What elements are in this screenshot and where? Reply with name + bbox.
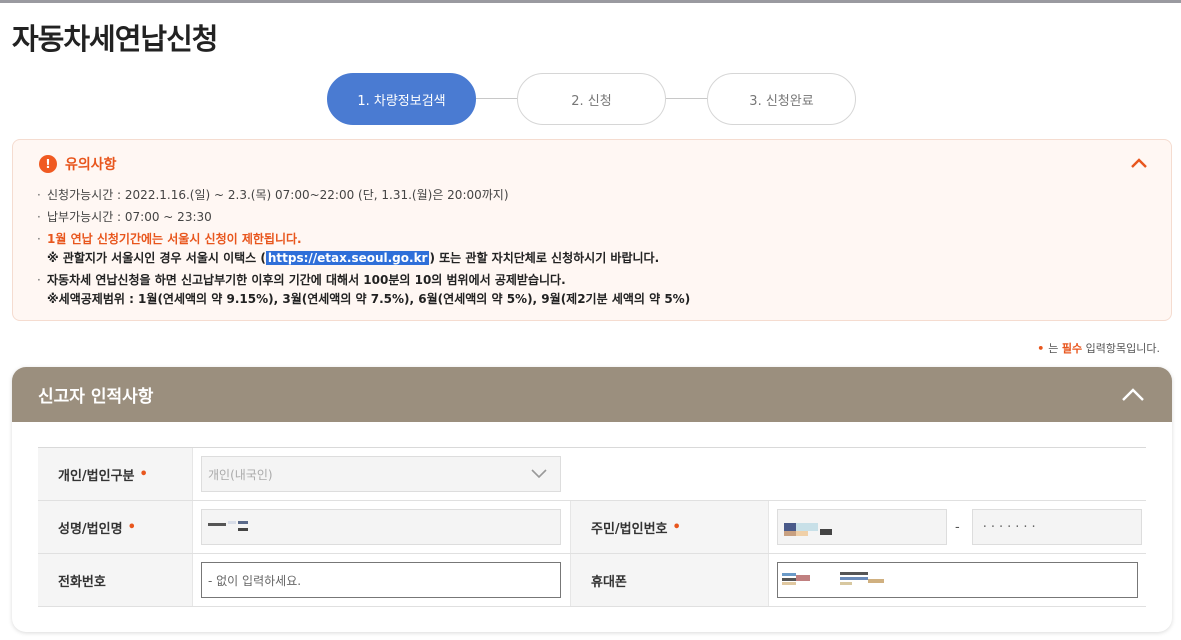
applicant-section: 신고자 인적사항 개인/법인구분 • 개인(내국인) 성명/법인명 • 주민/법… (12, 367, 1172, 632)
form-row-name: 성명/법인명 • 주민/법인번호 • - ······· (38, 501, 1146, 554)
notice-deduction: 자동차세 연납신청을 하면 신고납부기한 이후의 기간에 대해서 100분의 1… (37, 271, 1151, 290)
type-value-cell: 개인(내국인) (193, 448, 561, 500)
ssn-back-field[interactable]: ······· (971, 509, 1142, 545)
form-row-type: 개인/법인구분 • 개인(내국인) (38, 448, 1146, 501)
type-select[interactable]: 개인(내국인) (201, 456, 561, 492)
ssn-value-cell: - ······· (769, 501, 1146, 553)
notice-box: ! 유의사항 신청가능시간 : 2022.1.16.(일) ~ 2.3.(목) … (12, 139, 1172, 321)
etax-link[interactable]: https://etax.seoul.go.kr (265, 251, 430, 265)
step-complete: 3. 신청완료 (707, 73, 856, 125)
notice-apply-period: 신청가능시간 : 2022.1.16.(일) ~ 2.3.(목) 07:00~2… (37, 186, 1151, 205)
notice-title: 유의사항 (65, 157, 117, 173)
applicant-form: 개인/법인구분 • 개인(내국인) 성명/법인명 • 주민/법인번호 • - ·… (38, 447, 1146, 607)
required-note: • 는 필수 입력항목입니다. (1037, 340, 1160, 356)
required-note-post: 입력항목입니다. (1085, 342, 1160, 355)
redacted-text (840, 582, 852, 585)
tel-value-cell: - 없이 입력하세요. (193, 554, 570, 606)
tel-field[interactable]: - 없이 입력하세요. (201, 562, 561, 598)
step-indicator: 1. 차량정보검색 2. 신청 3. 신청완료 (0, 73, 1181, 125)
step-connector (666, 98, 708, 99)
notice-january-sub: ※ 관할지가 서울시인 경우 서울시 이택스 (https://etax.seo… (37, 249, 1151, 268)
required-note-word: 필수 (1061, 342, 1083, 355)
top-border (0, 0, 1181, 3)
step-apply: 2. 신청 (517, 73, 666, 125)
ssn-label-text: 주민/법인번호 (591, 521, 668, 537)
step-vehicle-search: 1. 차량정보검색 (327, 73, 476, 125)
type-select-value: 개인(내국인) (208, 467, 273, 482)
required-dot: • (672, 519, 681, 535)
redacted-text (782, 578, 796, 581)
redacted-text (784, 531, 796, 536)
redacted-text (782, 573, 796, 576)
required-dot: • (139, 466, 148, 482)
required-dot: • (127, 519, 136, 535)
chevron-down-icon (531, 469, 547, 479)
notice-january-sub-pre: ※ 관할지가 서울시인 경우 서울시 이택스 ( (47, 251, 266, 265)
mobile-label: 휴대폰 (570, 554, 769, 606)
redacted-text (796, 575, 810, 581)
notice-deduction-text: 자동차세 연납신청을 하면 신고납부기한 이후의 기간에 대해서 100분의 1… (47, 273, 566, 287)
redacted-text (840, 577, 868, 580)
notice-january: 1월 연납 신청기간에는 서울시 신청이 제한됩니다. (37, 230, 1151, 249)
chevron-up-icon[interactable] (1129, 154, 1149, 174)
ssn-masked: ······· (982, 519, 1040, 535)
chevron-up-icon[interactable] (1120, 385, 1146, 405)
redacted-text (820, 529, 832, 535)
redacted-text (208, 523, 226, 526)
step-connector (476, 98, 518, 99)
name-label-text: 성명/법인명 (58, 521, 123, 537)
ssn-label: 주민/법인번호 • (570, 501, 769, 553)
redacted-text (796, 523, 818, 531)
notice-body: 신청가능시간 : 2022.1.16.(일) ~ 2.3.(목) 07:00~2… (37, 186, 1151, 309)
name-value-cell (193, 501, 570, 553)
ssn-front-field[interactable] (777, 509, 947, 545)
notice-pay-period: 납부가능시간 : 07:00 ~ 23:30 (37, 208, 1151, 227)
name-field[interactable] (201, 509, 561, 545)
notice-january-restrict: 1월 연납 신청기간에는 서울시 신청이 제한됩니다. (47, 232, 302, 246)
type-label: 개인/법인구분 • (38, 448, 193, 500)
redacted-text (868, 579, 884, 583)
tel-label: 전화번호 (38, 554, 193, 606)
type-label-text: 개인/법인구분 (58, 468, 135, 484)
required-note-pre: 는 (1048, 342, 1059, 355)
redacted-text (796, 531, 808, 536)
form-row-phone: 전화번호 - 없이 입력하세요. 휴대폰 (38, 554, 1146, 607)
notice-deduction-range: ※세액공제범위 : 1월(연세액의 약 9.15%), 3월(연세액의 약 7.… (47, 292, 691, 306)
notice-january-sub-post: ) 또는 관할 자치단체로 신청하시기 바랍니다. (429, 251, 660, 265)
page-title: 자동차세연납신청 (12, 22, 218, 56)
section-title: 신고자 인적사항 (38, 387, 154, 407)
alert-icon: ! (39, 155, 57, 173)
redacted-text (840, 572, 868, 575)
redacted-text (238, 521, 248, 524)
name-label: 성명/법인명 • (38, 501, 193, 553)
required-dot: • (1037, 342, 1045, 355)
redacted-text (238, 528, 248, 531)
mobile-value-cell (769, 554, 1146, 606)
redacted-text (228, 521, 236, 524)
section-header[interactable]: 신고자 인적사항 (12, 367, 1172, 422)
ssn-dash: - (955, 519, 960, 535)
redacted-text (784, 523, 796, 531)
notice-header: ! 유의사항 (39, 154, 117, 174)
redacted-text (782, 582, 796, 585)
mobile-field[interactable] (777, 562, 1138, 598)
